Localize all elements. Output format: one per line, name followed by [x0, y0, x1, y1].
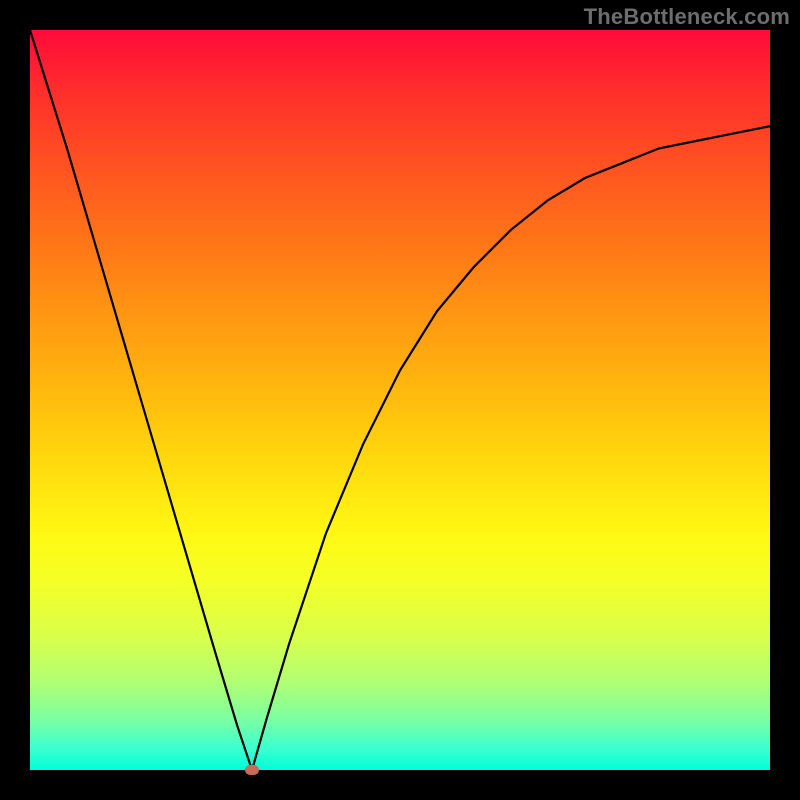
bottleneck-curve-path	[30, 30, 770, 770]
watermark-text: TheBottleneck.com	[584, 4, 790, 30]
curve-svg	[30, 30, 770, 770]
chart-container: TheBottleneck.com	[0, 0, 800, 800]
minimum-marker	[245, 765, 259, 775]
